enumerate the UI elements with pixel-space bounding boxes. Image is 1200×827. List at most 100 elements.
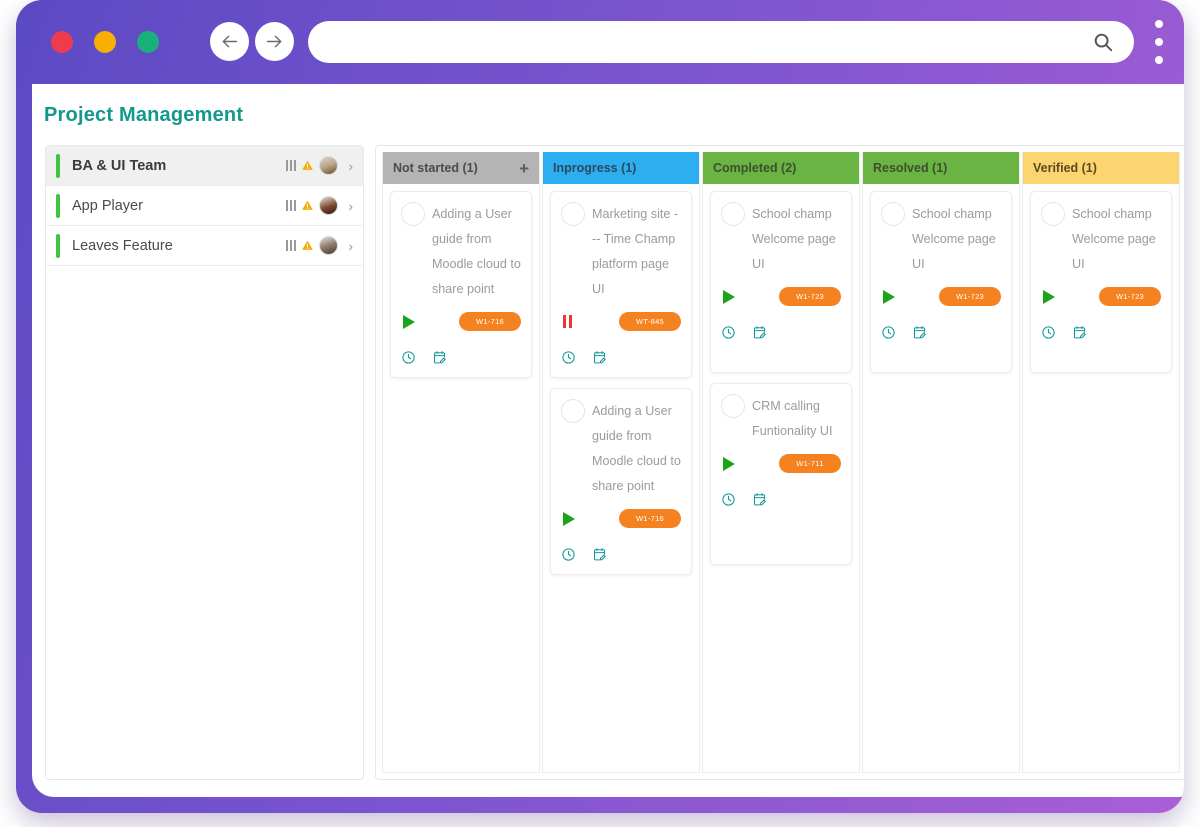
kanban-column-not-started: Not started (1) + Adding a User guide from…	[382, 152, 540, 773]
clock-icon[interactable]	[401, 350, 416, 365]
play-button[interactable]	[1043, 289, 1055, 304]
column-header-inprogress: Inprogress (1)	[543, 152, 699, 184]
calendar-edit-icon[interactable]	[752, 325, 767, 340]
kebab-menu-icon[interactable]	[1152, 20, 1166, 64]
accent-bar	[56, 234, 60, 258]
card-header: School champ Welcome page UI	[721, 202, 841, 277]
avatar[interactable]	[1041, 202, 1065, 226]
card-header: Marketing site --- Time Champ platform p…	[561, 202, 681, 302]
calendar-edit-icon[interactable]	[592, 547, 607, 562]
card-actions: W1-711	[721, 454, 841, 473]
avatar[interactable]	[401, 202, 425, 226]
clock-icon[interactable]	[561, 547, 576, 562]
avatar[interactable]	[319, 156, 339, 175]
warning-icon[interactable]	[301, 239, 314, 252]
clock-icon[interactable]	[561, 350, 576, 365]
avatar[interactable]	[721, 202, 745, 226]
task-title: Adding a User guide from Moodle cloud to…	[592, 404, 681, 493]
address-input[interactable]	[330, 33, 1092, 51]
task-card[interactable]: School champ Welcome page UI W1-723	[1030, 191, 1172, 373]
task-id-badge[interactable]: W1-723	[779, 287, 841, 306]
task-card[interactable]: CRM calling Funtionality UI W1-711	[710, 383, 852, 565]
chevron-right-icon[interactable]: ›	[348, 198, 353, 214]
accent-bar	[56, 154, 60, 178]
sidebar-item-label: App Player	[72, 197, 143, 214]
task-id-badge[interactable]: W1-723	[939, 287, 1001, 306]
card-footer-icons	[561, 350, 681, 365]
maximize-window-button[interactable]	[137, 31, 159, 53]
address-bar[interactable]	[308, 21, 1134, 63]
task-card[interactable]: School champ Welcome page UI W1-723	[870, 191, 1012, 373]
task-card[interactable]: School champ Welcome page UI W1-723	[710, 191, 852, 373]
calendar-edit-icon[interactable]	[432, 350, 447, 365]
card-actions: W1-723	[721, 287, 841, 306]
clock-icon[interactable]	[721, 325, 736, 340]
sidebar-item-ba-ui-team[interactable]: BA & UI Team ›	[46, 146, 363, 186]
avatar[interactable]	[561, 399, 585, 423]
card-footer-icons	[881, 325, 1001, 340]
clock-icon[interactable]	[721, 492, 736, 507]
back-button[interactable]	[210, 22, 249, 61]
avatar[interactable]	[721, 394, 745, 418]
clock-icon[interactable]	[881, 325, 896, 340]
card-footer-icons	[721, 492, 841, 507]
play-button[interactable]	[883, 289, 895, 304]
card-actions: W1-716	[401, 312, 521, 331]
pause-button[interactable]	[563, 315, 572, 328]
chevron-right-icon[interactable]: ›	[348, 158, 353, 174]
warning-icon[interactable]	[301, 199, 314, 212]
clock-icon[interactable]	[1041, 325, 1056, 340]
card-actions: WT-845	[561, 312, 681, 331]
column-title: Resolved (1)	[873, 161, 948, 175]
add-card-button[interactable]: +	[519, 160, 529, 177]
bars-icon[interactable]	[286, 160, 297, 171]
avatar[interactable]	[319, 196, 339, 215]
kanban-board: Not started (1) + Adding a User guide from…	[375, 145, 1184, 780]
task-card[interactable]: Adding a User guide from Moodle cloud to…	[390, 191, 532, 378]
task-id-badge[interactable]: W1-723	[1099, 287, 1161, 306]
project-sidebar: BA & UI Team › App Player › Leaves Featu…	[45, 145, 364, 780]
close-window-button[interactable]	[51, 31, 73, 53]
play-button[interactable]	[723, 456, 735, 471]
column-body: School champ Welcome page UI W1-723	[1023, 184, 1179, 772]
calendar-edit-icon[interactable]	[752, 492, 767, 507]
calendar-edit-icon[interactable]	[1072, 325, 1087, 340]
sidebar-item-label: BA & UI Team	[72, 157, 167, 174]
avatar[interactable]	[319, 236, 339, 255]
play-button[interactable]	[723, 289, 735, 304]
browser-toolbar	[16, 0, 1184, 84]
kanban-column-resolved: Resolved (1) School champ Welcome page UI…	[862, 152, 1020, 773]
task-id-badge[interactable]: W1-711	[779, 454, 841, 473]
task-id-badge[interactable]: WT-845	[619, 312, 681, 331]
task-card[interactable]: Adding a User guide from Moodle cloud to…	[550, 388, 692, 575]
calendar-edit-icon[interactable]	[592, 350, 607, 365]
calendar-edit-icon[interactable]	[912, 325, 927, 340]
task-id-badge[interactable]: W1-716	[619, 509, 681, 528]
column-body: Adding a User guide from Moodle cloud to…	[383, 184, 539, 772]
task-card[interactable]: Marketing site --- Time Champ platform p…	[550, 191, 692, 378]
chevron-right-icon[interactable]: ›	[348, 238, 353, 254]
sidebar-row-icons: ›	[286, 196, 353, 215]
column-header-verified: Verified (1)	[1023, 152, 1179, 184]
sidebar-item-leaves-feature[interactable]: Leaves Feature ›	[46, 226, 363, 266]
avatar[interactable]	[561, 202, 585, 226]
play-button[interactable]	[403, 314, 415, 329]
bars-icon[interactable]	[286, 200, 297, 211]
task-title: School champ Welcome page UI	[1072, 207, 1156, 271]
forward-button[interactable]	[255, 22, 294, 61]
task-id-badge[interactable]: W1-716	[459, 312, 521, 331]
avatar[interactable]	[881, 202, 905, 226]
card-actions: W1-723	[1041, 287, 1161, 306]
search-icon[interactable]	[1092, 31, 1114, 53]
sidebar-item-app-player[interactable]: App Player ›	[46, 186, 363, 226]
play-button[interactable]	[563, 511, 575, 526]
column-body: School champ Welcome page UI W1-723	[863, 184, 1019, 772]
task-title: CRM calling Funtionality UI	[752, 399, 833, 438]
warning-icon[interactable]	[301, 159, 314, 172]
kanban-column-completed: Completed (2) School champ Welcome page U…	[702, 152, 860, 773]
card-footer-icons	[721, 325, 841, 340]
bars-icon[interactable]	[286, 240, 297, 251]
column-body: School champ Welcome page UI W1-723 CRM ca…	[703, 184, 859, 772]
card-footer-icons	[401, 350, 521, 365]
minimize-window-button[interactable]	[94, 31, 116, 53]
